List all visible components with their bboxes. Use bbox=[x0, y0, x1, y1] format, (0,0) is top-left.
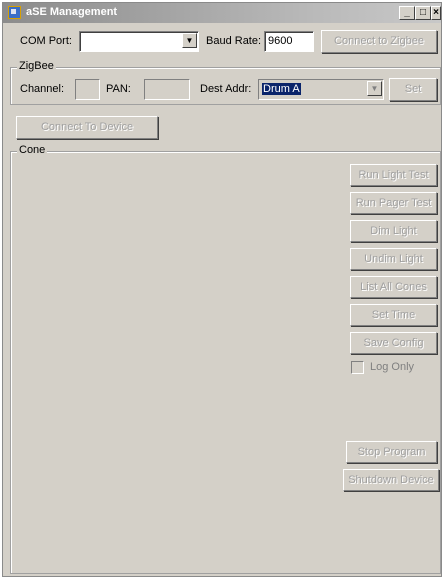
chevron-down-icon[interactable]: ▼ bbox=[182, 33, 197, 48]
undim-light-button[interactable]: Undim Light bbox=[350, 248, 437, 270]
channel-label: Channel: bbox=[20, 83, 65, 95]
pan-field[interactable] bbox=[144, 79, 190, 100]
app-icon bbox=[8, 6, 21, 19]
baud-rate-label: Baud Rate: bbox=[206, 35, 262, 47]
dest-addr-select[interactable]: Drum A ▼ bbox=[258, 79, 384, 100]
chevron-down-icon[interactable]: ▼ bbox=[367, 81, 382, 96]
log-only-label: Log Only bbox=[370, 361, 415, 373]
set-button[interactable]: Set bbox=[389, 78, 437, 101]
run-pager-test-button[interactable]: Run Pager Test bbox=[350, 192, 437, 214]
pan-label: PAN: bbox=[106, 83, 131, 95]
set-time-button[interactable]: Set Time bbox=[350, 304, 437, 326]
title-bar[interactable]: aSE Management _ □ × bbox=[3, 3, 441, 23]
cone-group-title: Cone bbox=[17, 144, 48, 156]
window-title: aSE Management bbox=[26, 6, 118, 18]
close-button[interactable]: × bbox=[431, 6, 441, 20]
baud-rate-field[interactable]: 9600 bbox=[264, 31, 314, 52]
dest-addr-label: Dest Addr: bbox=[200, 83, 252, 95]
channel-field[interactable] bbox=[75, 79, 100, 100]
dest-addr-value: Drum A bbox=[262, 83, 301, 95]
run-light-test-button[interactable]: Run Light Test bbox=[350, 164, 437, 186]
zigbee-group-title: ZigBee bbox=[17, 60, 56, 72]
list-all-cones-button[interactable]: List All Cones bbox=[350, 276, 437, 298]
connect-to-device-button[interactable]: Connect To Device bbox=[16, 116, 158, 139]
com-port-select[interactable]: ▼ bbox=[79, 31, 199, 52]
com-port-label: COM Port: bbox=[20, 35, 72, 47]
main-window: aSE Management _ □ × COM Port: ▼ Baud Ra… bbox=[2, 2, 442, 577]
connect-zigbee-button[interactable]: Connect to Zigbee bbox=[321, 30, 437, 53]
stop-program-button[interactable]: Stop Program bbox=[346, 441, 437, 463]
minimize-button[interactable]: _ bbox=[399, 6, 415, 20]
log-only-checkbox[interactable] bbox=[351, 361, 364, 374]
dim-light-button[interactable]: Dim Light bbox=[350, 220, 437, 242]
maximize-button[interactable]: □ bbox=[415, 6, 431, 20]
save-config-button[interactable]: Save Config bbox=[350, 332, 437, 354]
shutdown-device-button[interactable]: Shutdown Device bbox=[343, 469, 439, 491]
